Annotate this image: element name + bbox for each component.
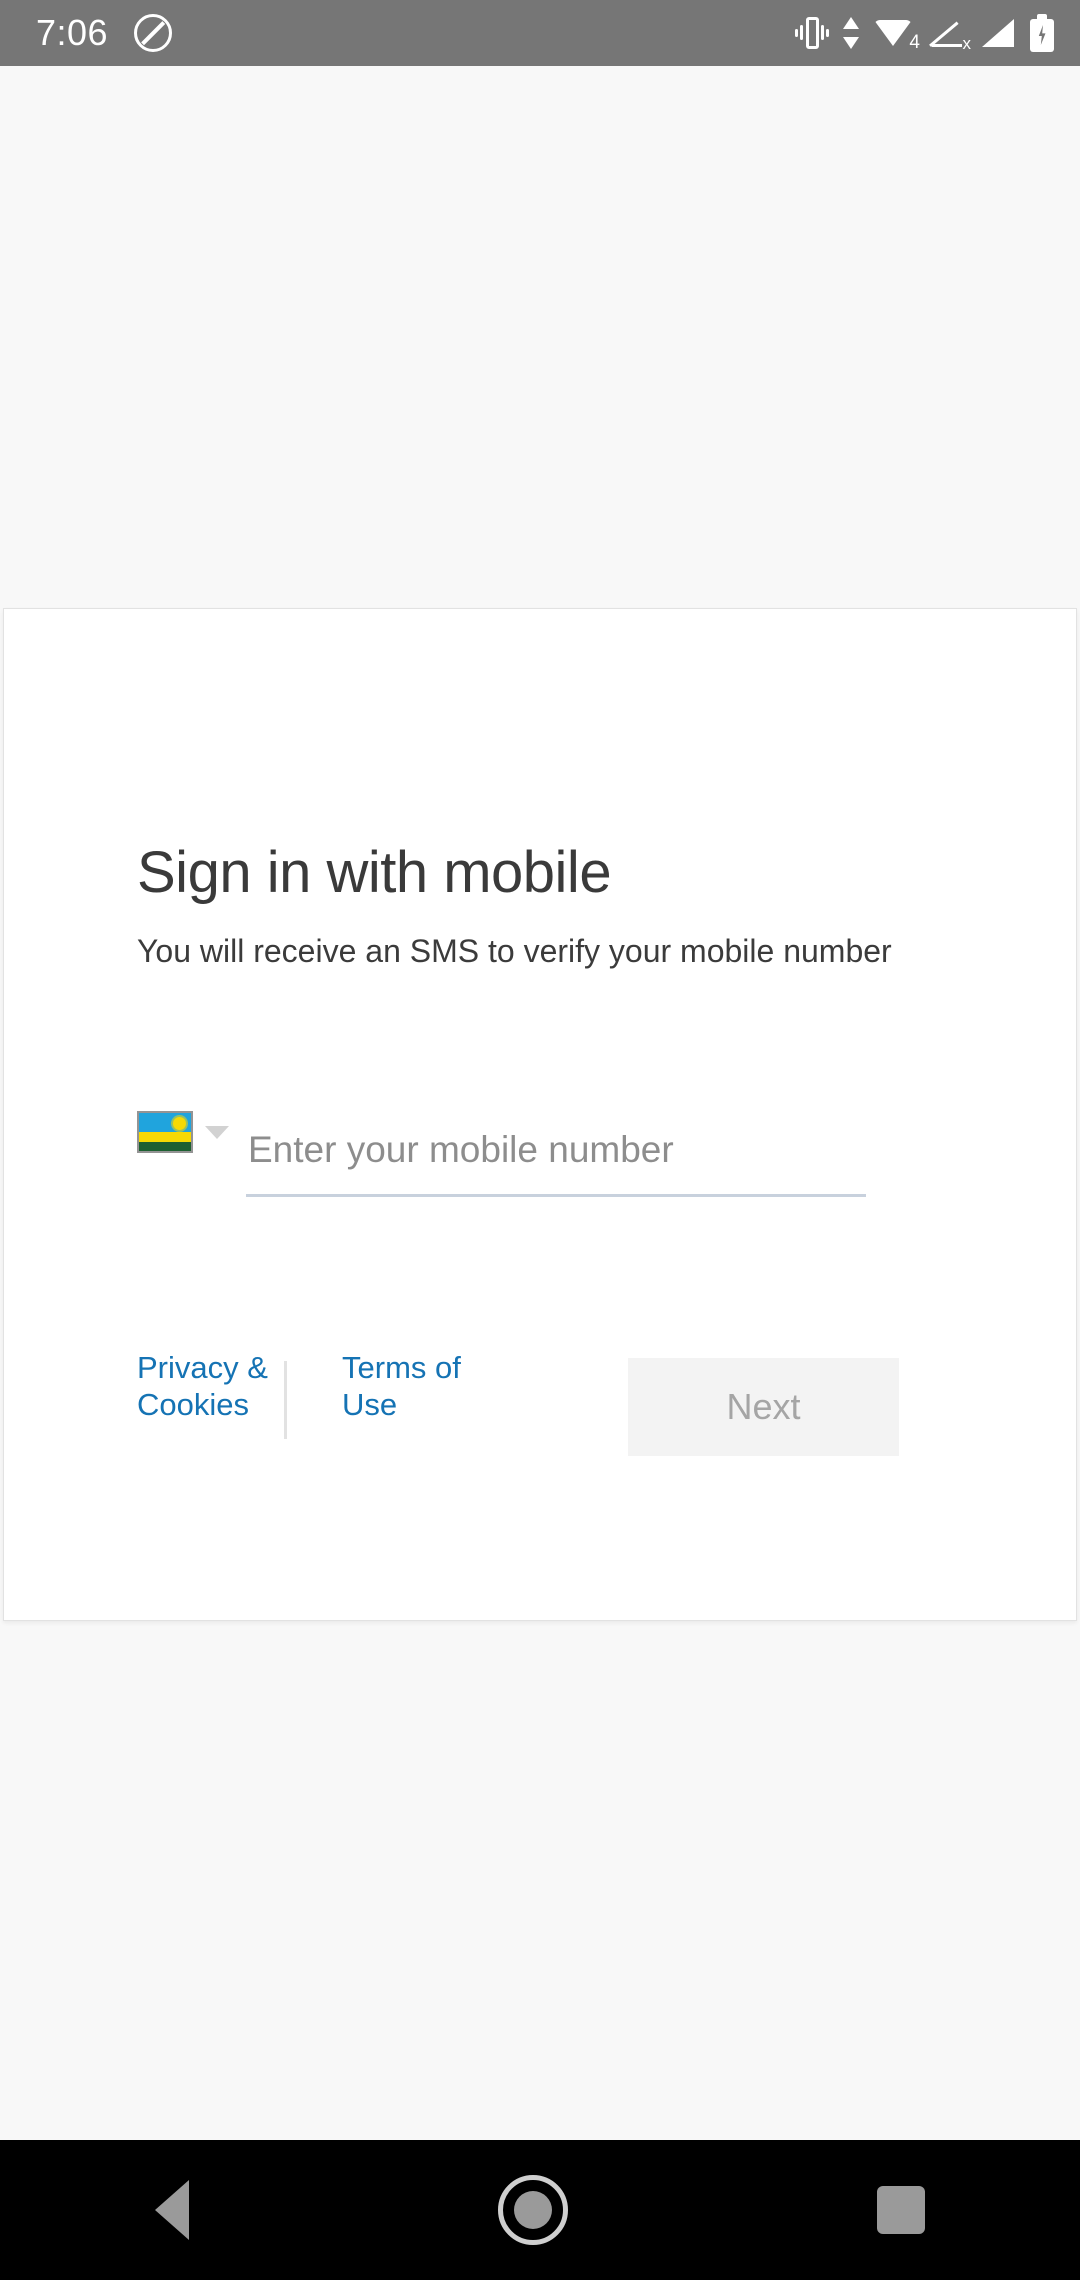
recents-nav-button[interactable] [877, 2186, 926, 2234]
rwanda-flag-icon [137, 1111, 193, 1153]
home-nav-button[interactable] [497, 2175, 568, 2245]
page-title: Sign in with mobile [137, 840, 612, 905]
back-nav-button[interactable] [154, 2180, 189, 2240]
chevron-down-icon [205, 1125, 229, 1139]
cellular-signal-icon [982, 14, 1016, 52]
card-footer: Privacy & Cookies Terms of Use Next [137, 1339, 917, 1479]
phone-input-container [246, 1109, 866, 1197]
status-bar-clock: 7:06 [36, 12, 109, 53]
sign-in-card-content: Sign in with mobile You will receive an … [137, 609, 1076, 1620]
phone-screen: 7:06 4 x Sign in with mobile You will re… [0, 0, 1080, 2280]
sign-in-card: Sign in with mobile You will receive an … [3, 608, 1077, 1621]
footer-divider [284, 1361, 287, 1439]
home-nav-dot [513, 2191, 552, 2229]
no-sim-signal-icon: x [929, 14, 971, 52]
data-transfer-arrows-icon [843, 14, 860, 52]
wifi-badge-label: 4 [909, 32, 920, 53]
android-navigation-bar [0, 2140, 1080, 2280]
country-code-picker[interactable] [137, 1111, 229, 1153]
no-sim-badge-label: x [962, 34, 972, 53]
do-not-disturb-icon [134, 14, 173, 52]
privacy-and-cookies-link[interactable]: Privacy & Cookies [137, 1349, 337, 1423]
phone-entry-row [137, 1109, 917, 1201]
vibrate-icon [795, 14, 829, 52]
page-subtitle: You will receive an SMS to verify your m… [137, 933, 892, 969]
status-bar: 7:06 4 x [0, 0, 1080, 66]
status-bar-icon-group: 4 x [795, 0, 1054, 66]
wifi-icon: 4 [874, 14, 920, 53]
battery-charging-icon [1030, 14, 1054, 52]
next-button[interactable]: Next [628, 1358, 899, 1456]
terms-of-use-link[interactable]: Terms of Use [342, 1349, 492, 1423]
mobile-number-input[interactable] [246, 1109, 866, 1191]
